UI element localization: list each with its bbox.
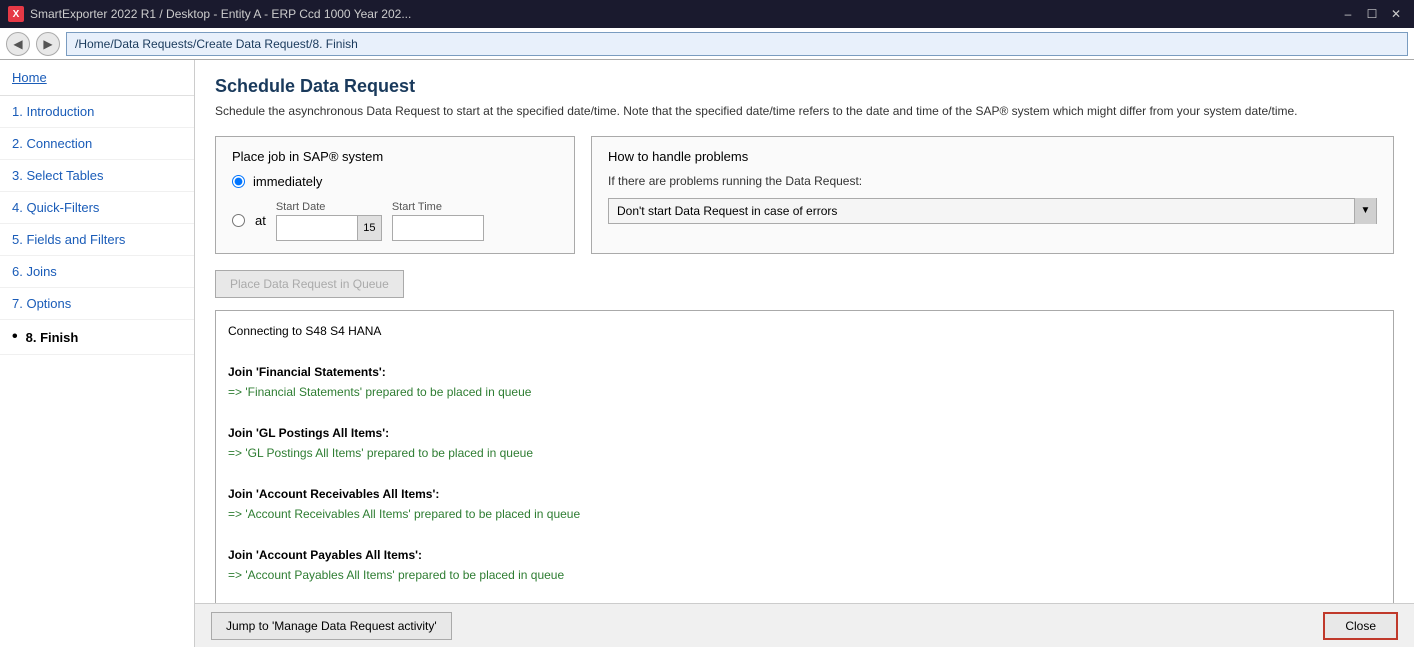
sidebar-item-joins[interactable]: 6. Joins bbox=[0, 256, 194, 288]
page-subtitle: Schedule the asynchronous Data Request t… bbox=[215, 103, 1394, 120]
schedule-row: Place job in SAP® system immediately at … bbox=[215, 136, 1394, 254]
immediately-label: immediately bbox=[253, 174, 322, 189]
at-radio-row: at Start Date 15 St bbox=[232, 201, 558, 241]
schedule-radio-group: immediately at Start Date 15 bbox=[232, 174, 558, 241]
start-date-group: Start Date 15 bbox=[276, 201, 382, 241]
start-date-input[interactable] bbox=[277, 216, 357, 240]
main-layout: Home 1. Introduction 2. Connection 3. Se… bbox=[0, 60, 1414, 647]
calendar-button[interactable]: 15 bbox=[357, 216, 381, 240]
addressbar: ◀ ▶ bbox=[0, 28, 1414, 60]
address-input[interactable] bbox=[66, 32, 1408, 56]
app-icon: X bbox=[8, 6, 24, 22]
problems-title: How to handle problems bbox=[608, 149, 1377, 164]
content-area: Schedule Data Request Schedule the async… bbox=[195, 60, 1414, 647]
log-line-5: Join 'GL Postings All Items': bbox=[228, 423, 1381, 443]
titlebar: X SmartExporter 2022 R1 / Desktop - Enti… bbox=[0, 0, 1414, 28]
log-line-12: => 'Account Payables All Items' prepared… bbox=[228, 565, 1381, 585]
sidebar-item-finish[interactable]: 8. Finish bbox=[0, 320, 194, 355]
problems-panel: How to handle problems If there are prob… bbox=[591, 136, 1394, 254]
sidebar: Home 1. Introduction 2. Connection 3. Se… bbox=[0, 60, 195, 647]
problem-description: If there are problems running the Data R… bbox=[608, 174, 1377, 188]
start-time-wrapper bbox=[392, 215, 484, 241]
log-spacer-3 bbox=[228, 464, 1381, 484]
sidebar-item-fields-filters[interactable]: 5. Fields and Filters bbox=[0, 224, 194, 256]
start-time-group: Start Time bbox=[392, 201, 484, 241]
log-spacer-1 bbox=[228, 341, 1381, 361]
log-spacer-2 bbox=[228, 402, 1381, 422]
sidebar-item-select-tables[interactable]: 3. Select Tables bbox=[0, 160, 194, 192]
start-date-wrapper: 15 bbox=[276, 215, 382, 241]
immediately-radio[interactable] bbox=[232, 175, 245, 188]
place-data-request-button[interactable]: Place Data Request in Queue bbox=[215, 270, 404, 298]
maximize-button[interactable]: ☐ bbox=[1362, 4, 1382, 24]
minimize-button[interactable]: – bbox=[1338, 4, 1358, 24]
sidebar-home[interactable]: Home bbox=[0, 60, 194, 96]
back-button[interactable]: ◀ bbox=[6, 32, 30, 56]
log-line-9: => 'Account Receivables All Items' prepa… bbox=[228, 504, 1381, 524]
place-job-title: Place job in SAP® system bbox=[232, 149, 558, 164]
error-handling-value: Don't start Data Request in case of erro… bbox=[609, 204, 1354, 218]
date-time-group: Start Date 15 Start Time bbox=[276, 201, 484, 241]
at-label: at bbox=[255, 213, 266, 228]
bottom-bar: Jump to 'Manage Data Request activity' C… bbox=[195, 603, 1414, 647]
window-close-button[interactable]: ✕ bbox=[1386, 4, 1406, 24]
dropdown-arrow-icon: ▼ bbox=[1354, 198, 1376, 224]
log-line-6: => 'GL Postings All Items' prepared to b… bbox=[228, 443, 1381, 463]
sidebar-item-quick-filters[interactable]: 4. Quick-Filters bbox=[0, 192, 194, 224]
sidebar-item-introduction[interactable]: 1. Introduction bbox=[0, 96, 194, 128]
titlebar-title: SmartExporter 2022 R1 / Desktop - Entity… bbox=[30, 7, 411, 21]
log-line-3: => 'Financial Statements' prepared to be… bbox=[228, 382, 1381, 402]
log-line-11: Join 'Account Payables All Items': bbox=[228, 545, 1381, 565]
log-spacer-4 bbox=[228, 525, 1381, 545]
start-time-label: Start Time bbox=[392, 201, 484, 213]
immediately-radio-row: immediately bbox=[232, 174, 558, 189]
start-date-label: Start Date bbox=[276, 201, 382, 213]
sidebar-item-connection[interactable]: 2. Connection bbox=[0, 128, 194, 160]
sidebar-item-options[interactable]: 7. Options bbox=[0, 288, 194, 320]
close-button[interactable]: Close bbox=[1323, 612, 1398, 640]
start-time-input[interactable] bbox=[393, 216, 483, 240]
log-line-0: Connecting to S48 S4 HANA bbox=[228, 321, 1381, 341]
jump-to-manage-button[interactable]: Jump to 'Manage Data Request activity' bbox=[211, 612, 452, 640]
log-area: Connecting to S48 S4 HANA Join 'Financia… bbox=[215, 310, 1394, 620]
error-handling-dropdown[interactable]: Don't start Data Request in case of erro… bbox=[608, 198, 1377, 224]
log-line-8: Join 'Account Receivables All Items': bbox=[228, 484, 1381, 504]
log-line-2: Join 'Financial Statements': bbox=[228, 362, 1381, 382]
at-radio[interactable] bbox=[232, 214, 245, 227]
place-job-panel: Place job in SAP® system immediately at … bbox=[215, 136, 575, 254]
forward-button[interactable]: ▶ bbox=[36, 32, 60, 56]
page-title: Schedule Data Request bbox=[215, 76, 1394, 97]
